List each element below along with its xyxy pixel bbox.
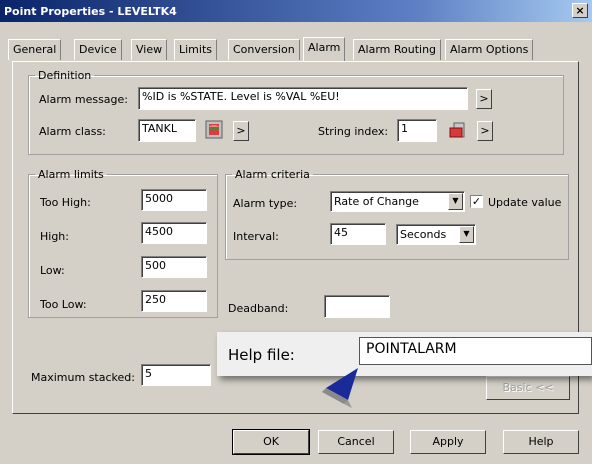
alarm-class-input[interactable]: TANKL — [138, 119, 196, 142]
interval-unit-value: Seconds — [400, 228, 447, 241]
alarm-limits-legend: Alarm limits — [38, 168, 104, 181]
database-icon[interactable] — [203, 119, 227, 141]
low-label: Low: — [40, 264, 65, 277]
tab-alarm-options[interactable]: Alarm Options — [445, 39, 534, 60]
cancel-button[interactable]: Cancel — [318, 430, 394, 454]
string-index-label: String index: — [318, 125, 389, 138]
string-index-more-button[interactable]: > — [477, 121, 493, 141]
alarm-criteria-legend: Alarm criteria — [235, 168, 310, 181]
alarm-type-value: Rate of Change — [334, 195, 419, 208]
update-value-label: Update value — [488, 196, 562, 209]
chevron-down-icon[interactable]: ▼ — [459, 226, 474, 243]
deadband-label: Deadband: — [228, 302, 289, 315]
string-index-input[interactable]: 1 — [397, 119, 437, 142]
alarm-criteria-group: Alarm criteria — [225, 168, 569, 260]
tab-alarm-routing[interactable]: Alarm Routing — [353, 39, 442, 60]
alarm-type-select[interactable]: Rate of Change ▼ — [330, 191, 465, 212]
alarm-message-more-button[interactable]: > — [476, 89, 492, 109]
too-low-label: Too Low: — [40, 298, 87, 311]
tab-alarm[interactable]: Alarm — [303, 37, 346, 61]
alarm-message-label: Alarm message: — [39, 93, 129, 106]
alarm-type-label: Alarm type: — [233, 197, 298, 210]
definition-group: Definition — [28, 69, 564, 155]
tab-limits[interactable]: Limits — [174, 39, 217, 60]
ok-button[interactable]: OK — [232, 429, 310, 455]
maximum-stacked-input[interactable]: 5 — [141, 364, 211, 386]
high-label: High: — [40, 230, 69, 243]
too-low-input[interactable]: 250 — [141, 290, 207, 312]
string-table-icon[interactable] — [447, 120, 471, 142]
close-button[interactable]: × — [572, 3, 588, 18]
tab-conversion[interactable]: Conversion — [228, 39, 300, 60]
interval-unit-select[interactable]: Seconds ▼ — [396, 224, 476, 245]
title-bar: Point Properties - LEVELTK4 × — [0, 0, 592, 22]
tab-view[interactable]: View — [131, 39, 168, 60]
definition-legend: Definition — [38, 69, 92, 82]
low-input[interactable]: 500 — [141, 256, 207, 278]
too-high-input[interactable]: 5000 — [141, 189, 207, 211]
help-button[interactable]: Help — [503, 430, 579, 454]
help-file-input[interactable]: POINTALARM — [359, 337, 592, 365]
alarm-class-more-button[interactable]: > — [233, 121, 249, 141]
too-high-label: Too High: — [40, 196, 91, 209]
interval-input[interactable]: 45 — [330, 223, 386, 245]
tab-device[interactable]: Device — [74, 39, 122, 60]
deadband-input[interactable] — [324, 295, 390, 318]
chevron-down-icon[interactable]: ▼ — [448, 193, 463, 210]
alarm-message-input[interactable]: %ID is %STATE. Level is %VAL %EU! — [138, 87, 468, 110]
basic-button[interactable]: Basic << — [486, 376, 570, 400]
update-value-checkbox[interactable]: ✓ — [470, 195, 483, 208]
apply-button[interactable]: Apply — [410, 430, 486, 454]
window-title: Point Properties - LEVELTK4 — [4, 4, 177, 18]
tab-general[interactable]: General — [8, 39, 62, 60]
alarm-class-label: Alarm class: — [39, 125, 106, 138]
high-input[interactable]: 4500 — [141, 222, 207, 244]
maximum-stacked-label: Maximum stacked: — [31, 371, 135, 384]
interval-label: Interval: — [233, 230, 279, 243]
help-file-callout: Help file: POINTALARM — [217, 332, 592, 376]
tab-strip: General Device View Limits Conversion Al… — [0, 37, 592, 61]
arrow-pointer-icon — [318, 360, 378, 410]
help-file-label: Help file: — [228, 346, 295, 364]
